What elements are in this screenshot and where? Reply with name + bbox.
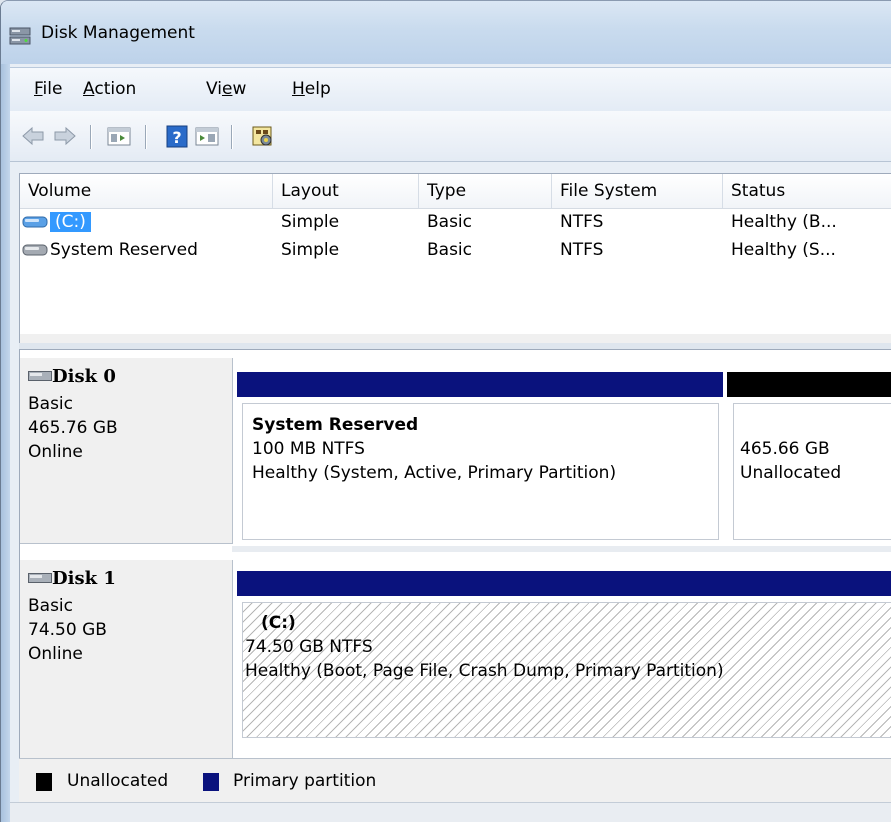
status-bar: [10, 802, 891, 822]
legend-unallocated: Unallocated: [67, 771, 169, 791]
column-header-type[interactable]: Type: [419, 174, 552, 208]
volume-list[interactable]: Volume Layout Type File System Status (C…: [19, 173, 891, 344]
disk-management-icon: [9, 27, 31, 45]
menu-help-accel: H: [292, 79, 305, 99]
legend-primary-partition: Primary partition: [233, 771, 377, 791]
disk-size: 465.76 GB: [28, 418, 118, 438]
volume-name: (C:): [50, 212, 91, 232]
menu-action-accel: A: [83, 79, 95, 99]
volume-row[interactable]: System Reserved Simple Basic NTFS Health…: [20, 236, 891, 264]
primary-partition-bar: [237, 571, 891, 596]
menu-view-accel: e: [221, 79, 233, 99]
disk-type: Basic: [28, 394, 74, 414]
legend-bar: Unallocated Primary partition: [19, 758, 891, 803]
file-system-cell: NTFS: [560, 240, 604, 260]
volume-name: System Reserved: [50, 240, 198, 260]
disk-size: 74.50 GB: [28, 620, 107, 640]
help-icon[interactable]: ?: [164, 124, 190, 148]
system-reserved-partition[interactable]: System Reserved 100 MB NTFS Healthy (Sys…: [242, 403, 719, 540]
unallocated-partition[interactable]: 465.66 GB Unallocated: [733, 403, 891, 540]
volume-cell: (C:): [22, 208, 91, 236]
disk-name: Disk 0: [52, 366, 116, 387]
type-cell: Basic: [427, 240, 473, 260]
partition-status: Unallocated: [740, 463, 842, 483]
volume-icon: [22, 244, 48, 256]
partition-title: System Reserved: [252, 415, 419, 435]
menu-file-accel: F: [34, 79, 43, 99]
disk-state: Online: [28, 442, 83, 462]
disk-name: Disk 1: [52, 568, 116, 589]
partition-size: 465.66 GB: [740, 439, 830, 459]
column-header-file-system[interactable]: File System: [552, 174, 723, 208]
disk-management-window: Disk Management File Action View Help ?: [0, 0, 891, 822]
status-cell: Healthy (S...: [731, 240, 836, 260]
disk-1-label[interactable]: Disk 1 Basic 74.50 GB Online: [20, 560, 233, 761]
type-cell: Basic: [427, 212, 473, 232]
forward-arrow-icon[interactable]: [52, 124, 78, 148]
toolbar-separator: [90, 125, 92, 149]
column-header-layout[interactable]: Layout: [273, 174, 419, 208]
unallocated-bar: [727, 372, 891, 397]
status-cell: Healthy (B...: [731, 212, 837, 232]
primary-partition-bar: [237, 372, 723, 397]
window-title: Disk Management: [41, 23, 195, 43]
action-pane-icon[interactable]: [194, 124, 220, 148]
menu-view-pre: Vi: [206, 79, 222, 99]
disk-icon: [28, 573, 52, 583]
volume-list-header: Volume Layout Type File System Status: [20, 174, 891, 209]
toolbar-separator: [231, 125, 233, 149]
disk-graphical-view: Disk 0 Basic 465.76 GB Online System Res…: [19, 349, 891, 802]
volume-icon: [22, 216, 48, 228]
back-arrow-icon[interactable]: [20, 124, 46, 148]
disk-0-label[interactable]: Disk 0 Basic 465.76 GB Online: [20, 358, 233, 544]
disk-icon: [28, 371, 52, 381]
column-header-volume[interactable]: Volume: [20, 174, 273, 208]
svg-text:?: ?: [172, 128, 181, 147]
menu-help-rest: elp: [304, 79, 331, 99]
menu-file-rest: ile: [42, 79, 63, 99]
disk-type: Basic: [28, 596, 74, 616]
volume-row[interactable]: (C:) Simple Basic NTFS Healthy (B...: [20, 208, 891, 236]
toolbar: ?: [10, 111, 891, 162]
c-drive-partition[interactable]: (C:) 74.50 GB NTFS Healthy (Boot, Page F…: [242, 602, 891, 738]
column-header-status[interactable]: Status: [723, 174, 891, 208]
layout-cell: Simple: [281, 240, 340, 260]
partition-title: (C:): [261, 613, 296, 633]
unallocated-swatch: [36, 773, 52, 791]
title-bar[interactable]: Disk Management: [1, 1, 891, 64]
file-system-cell: NTFS: [560, 212, 604, 232]
menu-view[interactable]: View: [206, 79, 246, 99]
menu-action-rest: ction: [94, 79, 137, 99]
primary-partition-swatch: [203, 773, 219, 791]
properties-icon[interactable]: [250, 124, 276, 148]
partition-size: 100 MB NTFS: [252, 439, 365, 459]
partition-status: Healthy (System, Active, Primary Partiti…: [252, 463, 617, 483]
menu-view-rest: w: [232, 79, 247, 99]
window-frame: [1, 64, 10, 822]
menu-help[interactable]: Help: [292, 79, 331, 99]
partition-status: Healthy (Boot, Page File, Crash Dump, Pr…: [245, 661, 724, 681]
menu-file[interactable]: File: [34, 79, 62, 99]
disk-state: Online: [28, 644, 83, 664]
toolbar-separator: [145, 125, 147, 149]
volume-cell: System Reserved: [22, 236, 198, 264]
partition-size: 74.50 GB NTFS: [245, 637, 373, 657]
console-tree-icon[interactable]: [106, 124, 132, 148]
layout-cell: Simple: [281, 212, 340, 232]
menu-action[interactable]: Action: [83, 79, 136, 99]
menu-bar: File Action View Help: [10, 67, 891, 112]
disk-separator: [232, 546, 891, 552]
